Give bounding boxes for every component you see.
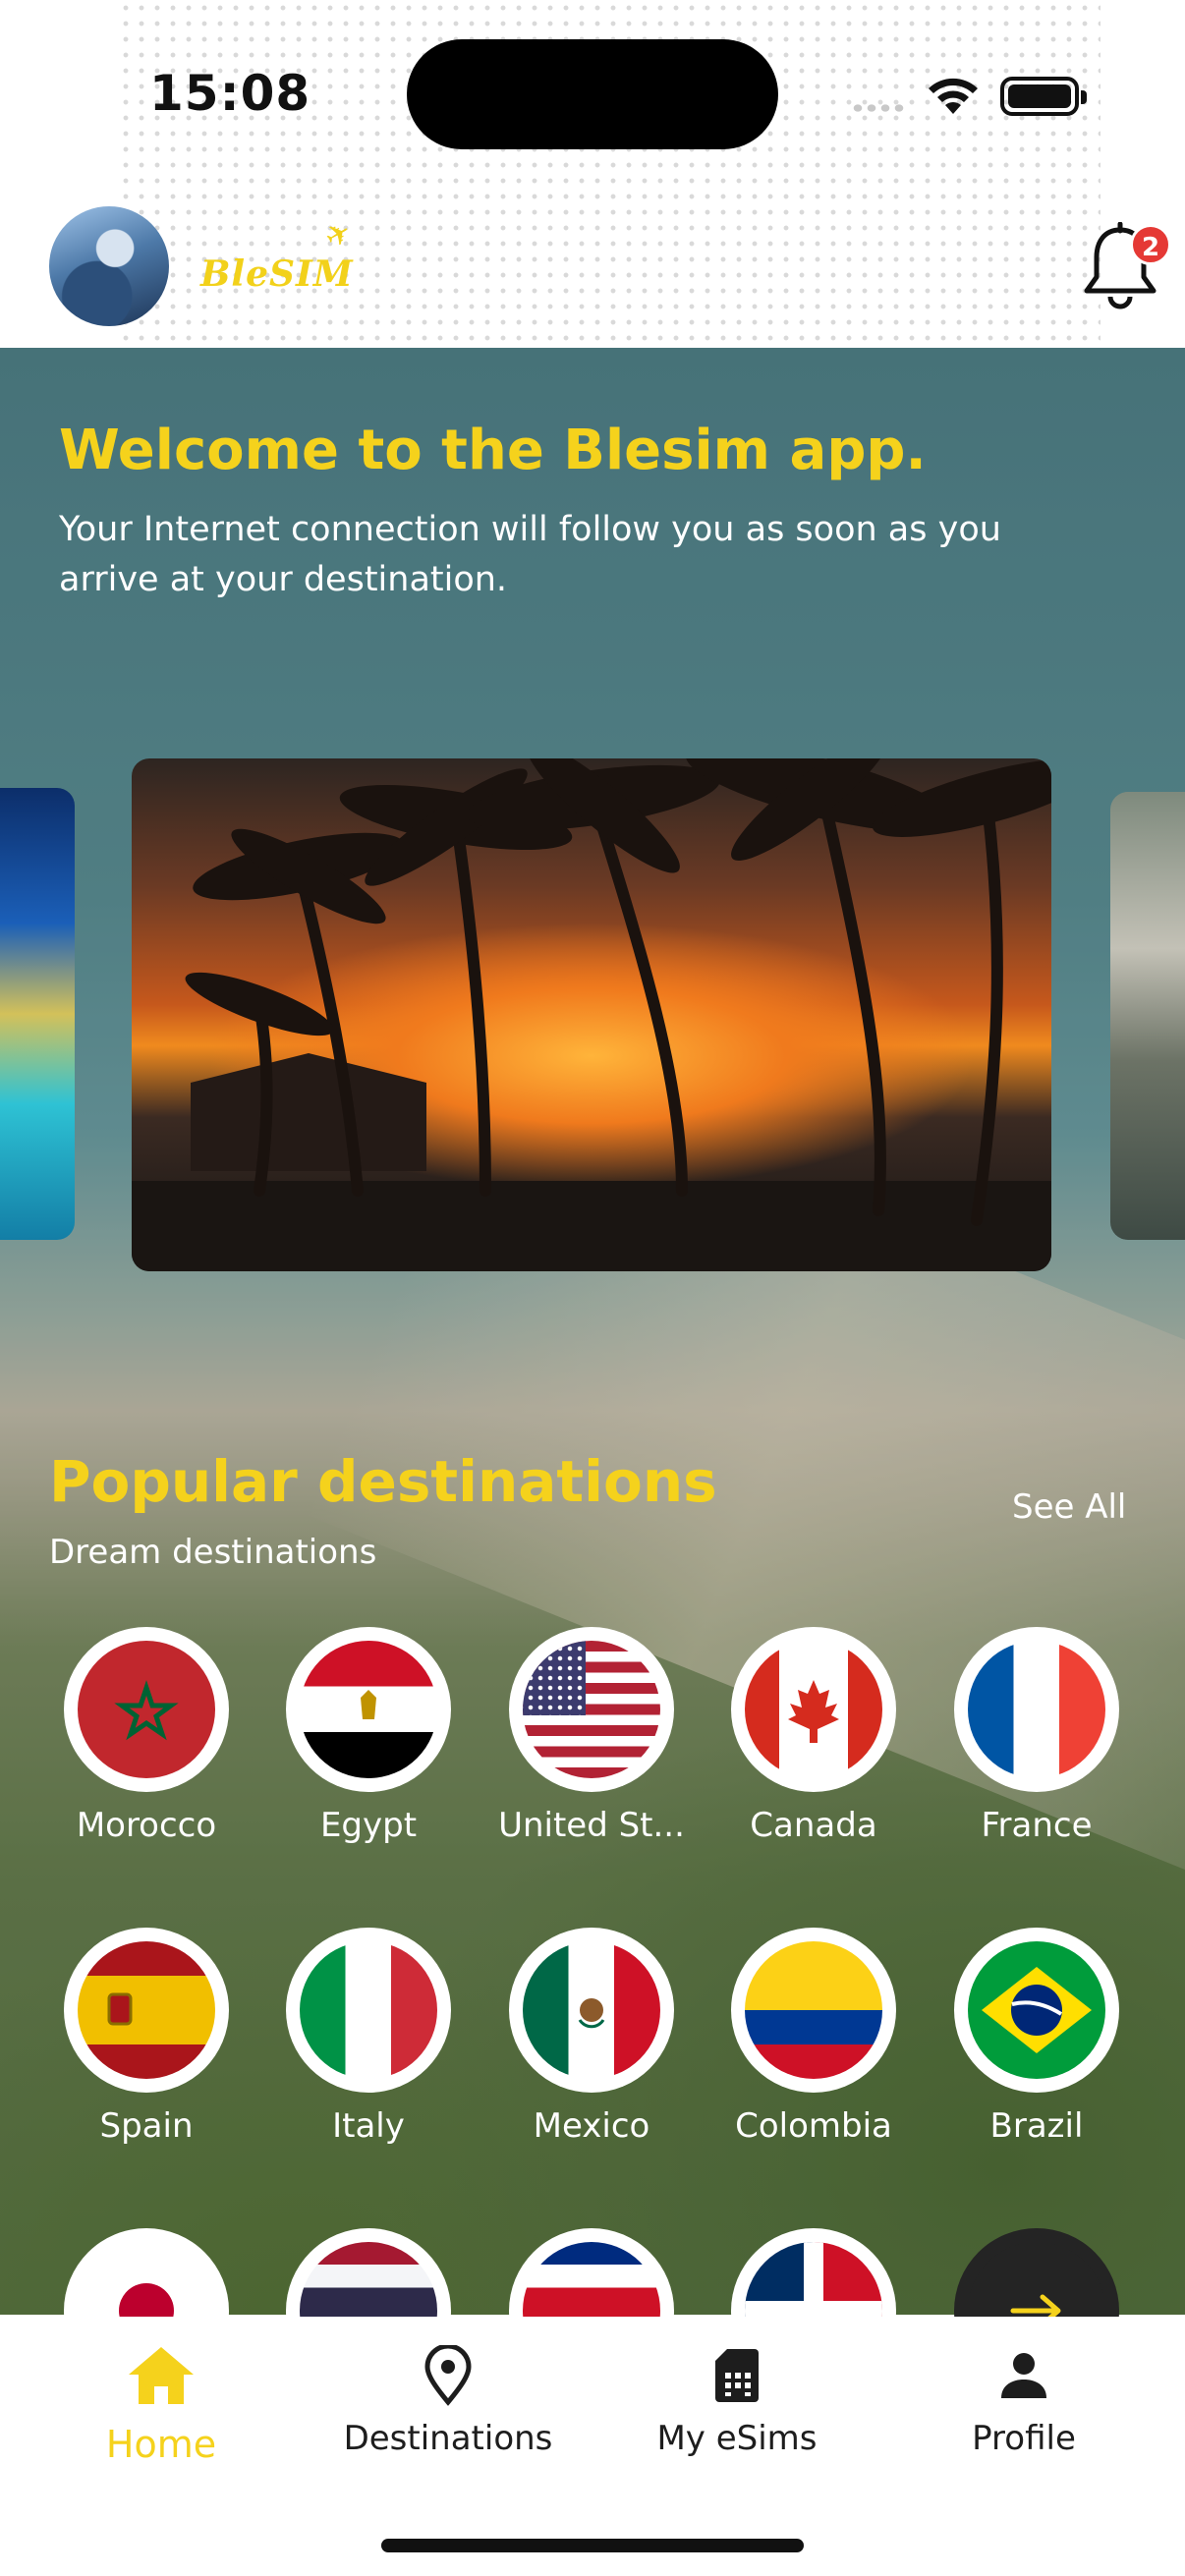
- tab-label: Profile: [972, 2419, 1076, 2458]
- japan-flag-icon: [64, 2228, 229, 2317]
- carousel-card-next[interactable]: [1110, 792, 1185, 1240]
- wifi-icon: [929, 78, 978, 114]
- destination-name: Egypt: [319, 1806, 418, 1845]
- carousel-card-previous[interactable]: [0, 788, 75, 1240]
- colombia-flag-icon: [731, 1928, 896, 2093]
- home-icon: [14, 2338, 309, 2413]
- destination-canada[interactable]: Canada: [710, 1627, 917, 1845]
- destination-japan[interactable]: [43, 2228, 250, 2317]
- destination-dominican-republic[interactable]: [710, 2228, 917, 2317]
- home-content: Welcome to the Blesim app. Your Internet…: [0, 348, 1185, 2317]
- home-indicator[interactable]: [381, 2539, 804, 2552]
- destination-name: Brazil: [989, 2106, 1084, 2146]
- destination-name: Colombia: [735, 2106, 892, 2146]
- tab-destinations[interactable]: Destinations: [301, 2338, 595, 2458]
- notification-badge: 2: [1130, 224, 1171, 265]
- welcome-subtitle: Your Internet connection will follow you…: [59, 510, 1001, 599]
- dynamic-island: [407, 39, 778, 149]
- destination-mexico[interactable]: Mexico: [488, 1928, 695, 2146]
- thailand-flag-icon: [286, 2228, 451, 2317]
- destination-united-states[interactable]: United St...: [488, 1627, 695, 1845]
- more-destinations-button[interactable]: [933, 2228, 1140, 2317]
- person-icon: [876, 2338, 1171, 2413]
- canada-flag-icon: [731, 1627, 896, 1792]
- mexico-flag-icon: [509, 1928, 674, 2093]
- destination-name: Morocco: [76, 1806, 217, 1845]
- sim-card-icon: [590, 2338, 884, 2413]
- destination-name: United St...: [498, 1806, 685, 1845]
- arrow-right-icon: [954, 2228, 1119, 2317]
- destination-name: Italy: [332, 2106, 405, 2146]
- usa-flag-icon: [509, 1627, 674, 1792]
- popular-destinations-title: Popular destinations: [49, 1448, 717, 1515]
- carousel-card-active[interactable]: [132, 758, 1051, 1271]
- location-pin-icon: [301, 2338, 595, 2413]
- welcome-title: Welcome to the Blesim app.: [59, 419, 927, 482]
- brazil-flag-icon: [954, 1928, 1119, 2093]
- see-all-link[interactable]: See All: [1012, 1487, 1126, 1527]
- costa-rica-flag-icon: [509, 2228, 674, 2317]
- tab-label: My eSims: [656, 2419, 818, 2458]
- status-time: 15:08: [149, 65, 311, 122]
- destination-costa-rica[interactable]: [488, 2228, 695, 2317]
- destination-egypt[interactable]: Egypt: [265, 1627, 472, 1845]
- italy-flag-icon: [286, 1928, 451, 2093]
- cellular-signal-icon: [851, 102, 906, 114]
- spain-flag-icon: [64, 1928, 229, 2093]
- battery-icon: [1000, 77, 1087, 116]
- tab-profile[interactable]: Profile: [876, 2338, 1171, 2458]
- popular-destinations-subtitle: Dream destinations: [49, 1533, 377, 1572]
- destination-name: Canada: [750, 1806, 877, 1845]
- destination-france[interactable]: France: [933, 1627, 1140, 1845]
- destination-brazil[interactable]: Brazil: [933, 1928, 1140, 2146]
- france-flag-icon: [954, 1627, 1119, 1792]
- destination-name: Mexico: [533, 2106, 650, 2146]
- app-header: 15:08 ✈ BleSIM 2: [0, 0, 1185, 348]
- destination-name: France: [981, 1806, 1093, 1845]
- palm-trees-sunset-image: [132, 758, 1051, 1271]
- avatar[interactable]: [49, 206, 169, 326]
- tab-label: Destinations: [343, 2419, 553, 2458]
- tab-home[interactable]: Home: [14, 2338, 309, 2466]
- destination-morocco[interactable]: Morocco: [43, 1627, 250, 1845]
- dominican-republic-flag-icon: [731, 2228, 896, 2317]
- app-logo: BleSIM: [200, 253, 354, 295]
- tab-label: Home: [105, 2423, 217, 2466]
- morocco-flag-icon: [64, 1627, 229, 1792]
- destination-thailand[interactable]: [265, 2228, 472, 2317]
- bottom-tab-bar: Home Destinations My eSims Profile: [0, 2315, 1185, 2576]
- destination-spain[interactable]: Spain: [43, 1928, 250, 2146]
- destination-italy[interactable]: Italy: [265, 1928, 472, 2146]
- destination-name: Spain: [99, 2106, 194, 2146]
- destination-colombia[interactable]: Colombia: [710, 1928, 917, 2146]
- tab-my-esims[interactable]: My eSims: [590, 2338, 884, 2458]
- egypt-flag-icon: [286, 1627, 451, 1792]
